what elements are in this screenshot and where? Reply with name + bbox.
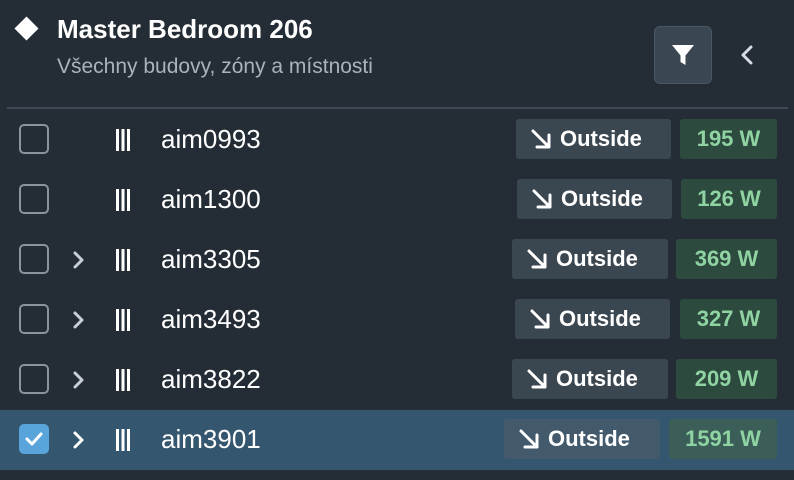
checkmark-icon: [25, 432, 43, 446]
list-item[interactable]: aim3822 Outside 209 W: [0, 350, 794, 410]
list-item[interactable]: aim3305 Outside 369 W: [0, 230, 794, 290]
drag-handle-icon[interactable]: [113, 428, 133, 452]
direction-badge: Outside: [504, 419, 660, 459]
device-name: aim3901: [161, 424, 261, 454]
device-name: aim3822: [161, 364, 261, 394]
drag-handle-icon[interactable]: [113, 188, 133, 212]
direction-badge: Outside: [512, 239, 668, 279]
direction-label: Outside: [556, 366, 638, 391]
header-divider: [7, 107, 788, 109]
list-item[interactable]: aim0993 Outside 195 W: [0, 110, 794, 170]
power-badge: 209 W: [676, 359, 777, 399]
list-item[interactable]: aim3493 Outside 327 W: [0, 290, 794, 350]
direction-label: Outside: [560, 126, 642, 151]
expand-chevron-button[interactable]: [70, 308, 88, 332]
device-name: aim3493: [161, 304, 261, 334]
chevron-right-icon: [73, 371, 84, 389]
drag-handle-icon[interactable]: [113, 128, 133, 152]
arrow-down-right-icon: [530, 309, 550, 329]
row-checkbox[interactable]: [19, 124, 49, 154]
diamond-icon: [14, 16, 39, 41]
row-checkbox[interactable]: [19, 304, 49, 334]
power-badge: 369 W: [676, 239, 777, 279]
direction-label: Outside: [548, 426, 630, 451]
direction-label: Outside: [561, 186, 643, 211]
power-value: 126 W: [697, 186, 761, 211]
power-badge: 327 W: [680, 299, 777, 339]
arrow-down-right-icon: [531, 129, 551, 149]
page-title: Master Bedroom 206: [57, 14, 313, 44]
power-badge: 195 W: [680, 119, 777, 159]
direction-badge: Outside: [515, 299, 670, 339]
power-value: 1591 W: [685, 426, 761, 451]
power-value: 209 W: [694, 366, 759, 391]
row-checkbox[interactable]: [19, 244, 49, 274]
row-checkbox[interactable]: [19, 184, 49, 214]
arrow-down-right-icon: [527, 249, 547, 269]
power-badge: 126 W: [681, 179, 777, 219]
device-name: aim3305: [161, 244, 261, 274]
filter-icon: [672, 45, 694, 65]
page-subtitle: Všechny budovy, zóny a místnosti: [57, 55, 373, 78]
power-value: 327 W: [696, 306, 761, 331]
row-checkbox[interactable]: [19, 364, 49, 394]
drag-handle-icon[interactable]: [113, 248, 133, 272]
direction-label: Outside: [556, 246, 638, 271]
device-name: aim1300: [161, 184, 261, 214]
direction-label: Outside: [559, 306, 641, 331]
chevron-right-icon: [73, 251, 84, 269]
arrow-down-right-icon: [532, 189, 552, 209]
expand-chevron-button[interactable]: [70, 248, 88, 272]
chevron-right-icon: [73, 431, 84, 449]
filter-button[interactable]: [654, 26, 712, 84]
expand-chevron-button[interactable]: [70, 428, 88, 452]
panel-header: Master Bedroom 206 Všechny budovy, zóny …: [0, 0, 794, 108]
list-item[interactable]: aim3901 Outside 1591 W: [0, 410, 794, 470]
device-name: aim0993: [161, 124, 261, 154]
drag-handle-icon[interactable]: [113, 368, 133, 392]
power-badge: 1591 W: [669, 419, 777, 459]
arrow-down-right-icon: [519, 429, 539, 449]
power-value: 195 W: [696, 126, 761, 151]
collapse-panel-button[interactable]: [736, 40, 758, 70]
power-value: 369 W: [694, 246, 759, 271]
row-checkbox[interactable]: [19, 424, 49, 454]
direction-badge: Outside: [512, 359, 668, 399]
drag-handle-icon[interactable]: [113, 308, 133, 332]
chevron-left-icon: [741, 45, 753, 65]
expand-chevron-button[interactable]: [70, 368, 88, 392]
list-item[interactable]: aim1300 Outside 126 W: [0, 170, 794, 230]
chevron-right-icon: [73, 311, 84, 329]
direction-badge: Outside: [517, 179, 672, 219]
arrow-down-right-icon: [527, 369, 547, 389]
direction-badge: Outside: [516, 119, 671, 159]
